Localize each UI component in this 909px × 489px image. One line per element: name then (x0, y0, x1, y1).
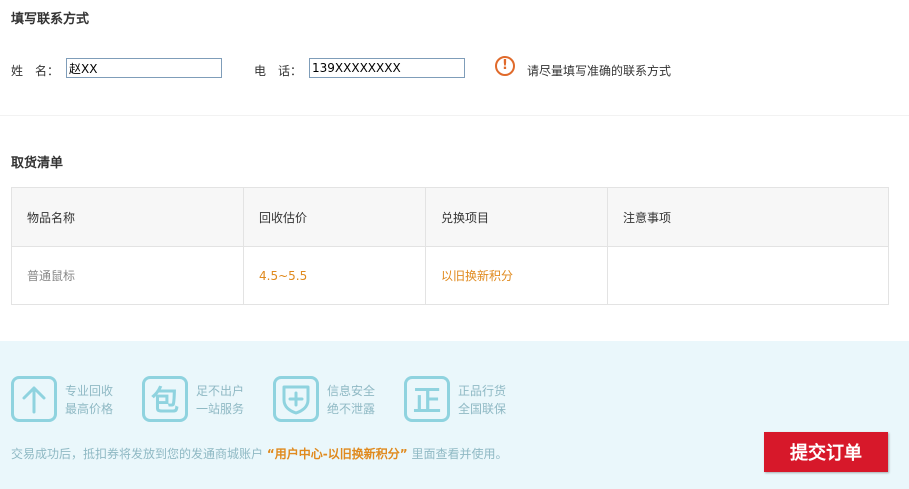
footer-panel: 专业回收 最高价格 包 足不出户 一站服务 信息安全 绝不泄露 正 正品行货 全… (0, 341, 909, 489)
contact-form-row: 姓 名： 电 话： ! 请尽量填写准确的联系方式 (11, 56, 891, 80)
contact-hint: 请尽量填写准确的联系方式 (527, 64, 672, 78)
header-exchange: 兑换项目 (425, 187, 608, 247)
feature-line1: 足不出户 (196, 384, 245, 398)
arrow-up-icon (11, 376, 57, 422)
table-row: 普通鼠标 4.5~5.5 以旧换新积分 (11, 246, 889, 305)
contact-section-title: 填写联系方式 (11, 12, 90, 27)
notice-highlight-link: “用户中心-以旧换新积分” (266, 447, 408, 461)
header-item-name: 物品名称 (11, 187, 244, 247)
cell-estimate: 4.5~5.5 (243, 246, 426, 305)
feature-line2: 最高价格 (65, 402, 114, 416)
name-label: 姓 名： (11, 64, 60, 78)
notice-text-after: 里面查看并使用。 (411, 447, 508, 461)
exchange-notice: 交易成功后，抵扣券将发放到您的发通商城账户 “用户中心-以旧换新积分” 里面查看… (11, 445, 507, 462)
cell-exchange: 以旧换新积分 (425, 246, 608, 305)
phone-input[interactable] (309, 58, 465, 78)
header-estimate: 回收估价 (243, 187, 426, 247)
feature-line1: 正品行货 (458, 384, 507, 398)
table-header-row: 物品名称 回收估价 兑换项目 注意事项 (11, 187, 889, 247)
feature-line2: 全国联保 (458, 402, 507, 416)
feature-line2: 一站服务 (196, 402, 245, 416)
section-divider (0, 115, 909, 116)
feature-line1: 专业回收 (65, 384, 114, 398)
pickup-list-table: 物品名称 回收估价 兑换项目 注意事项 普通鼠标 4.5~5.5 以旧换新积分 (11, 187, 889, 305)
feature-line1: 信息安全 (327, 384, 376, 398)
submit-order-button[interactable]: 提交订单 (764, 432, 888, 472)
warning-icon: ! (495, 56, 515, 76)
feature-line2: 绝不泄露 (327, 402, 376, 416)
phone-label: 电 话： (254, 64, 303, 78)
bao-icon: 包 (142, 376, 188, 422)
name-input[interactable] (66, 58, 222, 78)
notice-text-before: 交易成功后，抵扣券将发放到您的发通商城账户 (11, 447, 264, 461)
zheng-icon: 正 (404, 376, 450, 422)
header-notes: 注意事项 (607, 187, 889, 247)
cell-item-name: 普通鼠标 (11, 246, 244, 305)
cell-notes (607, 246, 889, 305)
pickup-list-title: 取货清单 (11, 156, 64, 171)
shield-plus-icon (273, 376, 319, 422)
